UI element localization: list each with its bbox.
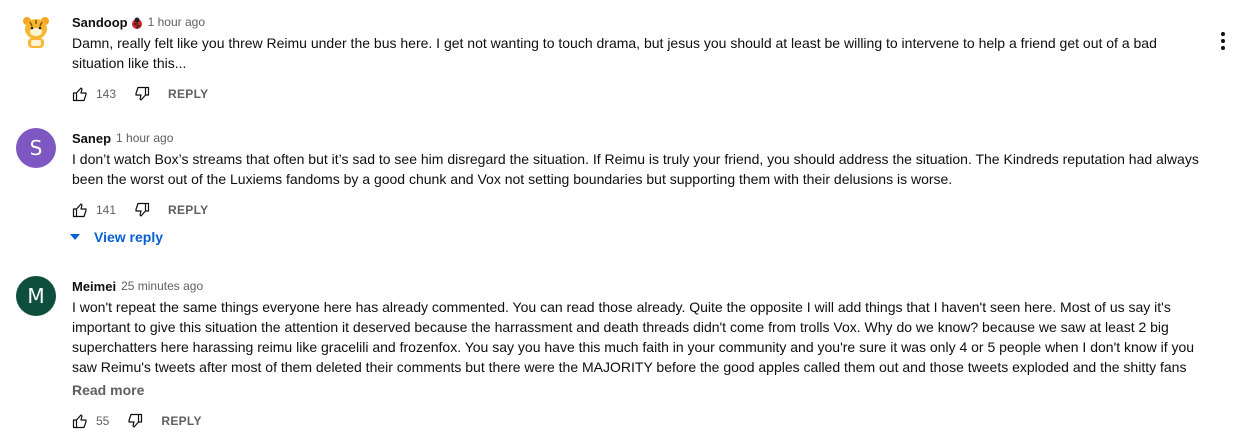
thumbs-down-icon[interactable] [134, 86, 150, 102]
comment-timestamp[interactable]: 25 minutes ago [121, 279, 203, 293]
comment-header: Meimei 25 minutes ago [72, 276, 203, 296]
ladybug-emoji-icon [131, 16, 143, 29]
author-name[interactable]: Sandoop [72, 15, 128, 30]
thumbs-up-icon[interactable] [72, 202, 88, 218]
read-more-button[interactable]: Read more [72, 382, 144, 398]
caret-down-icon [70, 234, 80, 240]
comment-header: Sandoop 1 hour ago [72, 12, 205, 32]
thumbs-up-icon[interactable] [72, 86, 88, 102]
avatar[interactable]: S [16, 128, 56, 168]
comment-timestamp[interactable]: 1 hour ago [116, 131, 173, 145]
author-name[interactable]: Sanep [72, 131, 111, 146]
comment-text: I don’t watch Box’s streams that often b… [72, 151, 1199, 187]
comment-text: Damn, really felt like you threw Reimu u… [72, 35, 1157, 71]
like-count: 55 [96, 414, 110, 428]
thumbs-down-icon[interactable] [134, 202, 150, 218]
thumbs-down-icon[interactable] [127, 413, 143, 429]
author-name[interactable]: Meimei [72, 279, 116, 294]
reply-button[interactable]: REPLY [168, 203, 208, 217]
comment-actions: 141 REPLY [72, 200, 208, 220]
comment-text: I won't repeat the same things everyone … [72, 299, 1195, 395]
tiger-avatar-icon[interactable] [16, 12, 56, 52]
comment-actions: 55 REPLY [72, 411, 202, 431]
view-reply-button[interactable]: View reply [70, 229, 163, 245]
comment-timestamp[interactable]: 1 hour ago [148, 15, 205, 29]
like-count: 141 [96, 203, 117, 217]
comment-header: Sanep 1 hour ago [72, 128, 173, 148]
view-reply-label: View reply [94, 229, 164, 245]
more-actions-icon[interactable] [1219, 32, 1227, 54]
reply-button[interactable]: REPLY [161, 414, 201, 428]
thumbs-up-icon[interactable] [72, 413, 88, 429]
comment-actions: 143 REPLY [72, 84, 208, 104]
reply-button[interactable]: REPLY [168, 87, 208, 101]
like-count: 143 [96, 87, 117, 101]
avatar[interactable]: M [16, 276, 56, 316]
